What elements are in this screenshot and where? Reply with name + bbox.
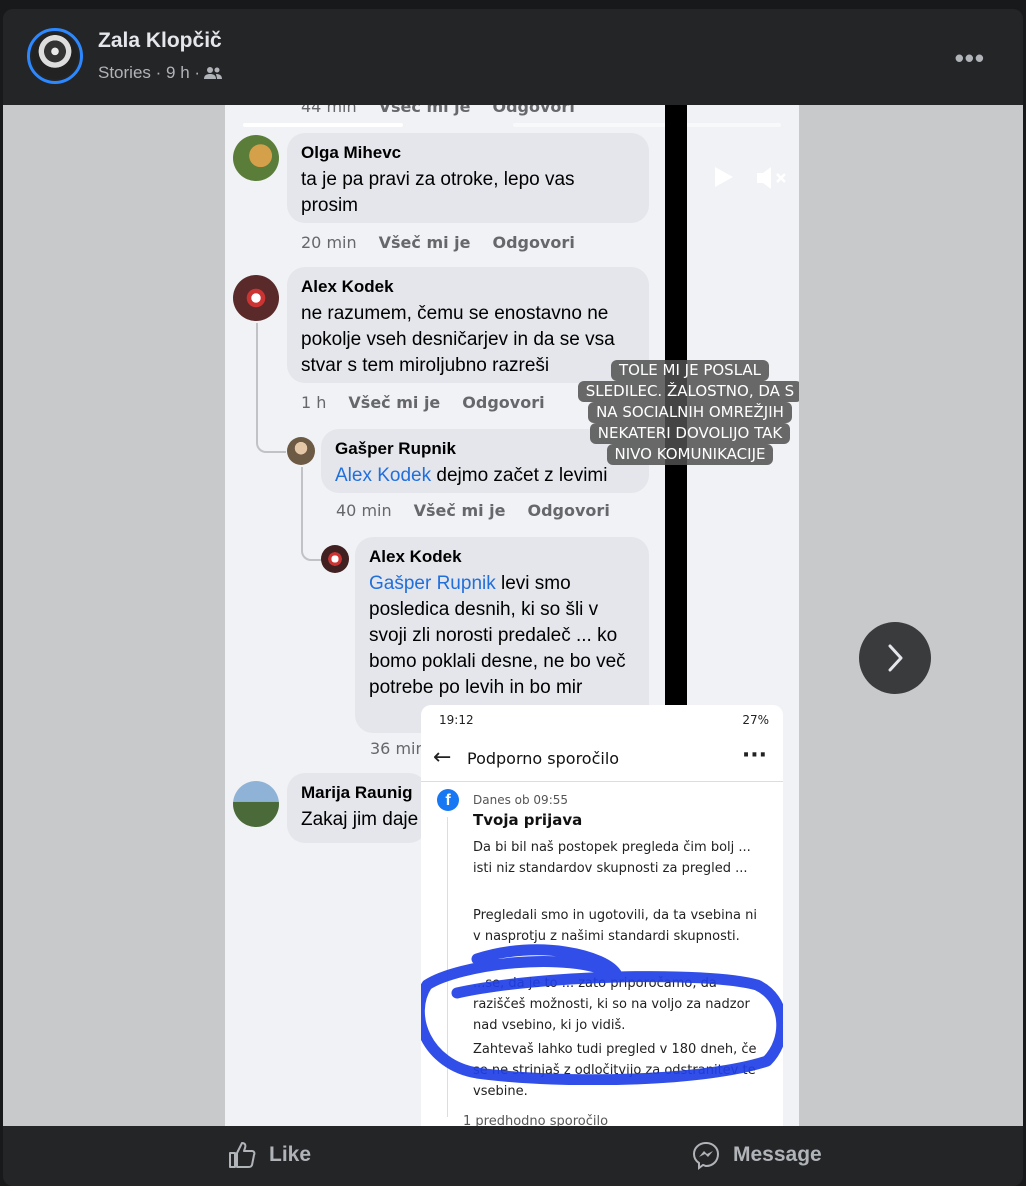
- reply-thread-line: [301, 467, 323, 561]
- like-button[interactable]: Like: [227, 1140, 311, 1170]
- message-title: Podporno sporočilo: [467, 749, 620, 768]
- comment-text: Gašper Rupnik levi smo posledica desnih,…: [369, 571, 635, 701]
- more-options-button[interactable]: •••: [955, 43, 985, 74]
- message-date: Danes ob 09:55: [473, 793, 569, 807]
- play-icon[interactable]: [713, 165, 735, 189]
- comment-bubble: Alex Kodek Gašper Rupnik levi smo posled…: [355, 537, 649, 733]
- comment-reply: Odgovori: [492, 233, 575, 252]
- next-story-button[interactable]: [859, 622, 931, 694]
- poster-avatar[interactable]: [27, 28, 83, 84]
- mute-icon[interactable]: [755, 165, 789, 191]
- comment-bubble: Marija Raunig Zakaj jim daje: [287, 773, 427, 843]
- caption-line: NA SOCIALNIH OMREŽJIH: [588, 402, 792, 423]
- comment-like: Všeč mi je: [413, 501, 506, 520]
- like-label: Like: [269, 1143, 312, 1166]
- previous-messages-link: 1 predhodno sporočilo: [463, 1114, 609, 1126]
- comment-author: Alex Kodek: [301, 277, 394, 296]
- comment-time: 40 min: [336, 501, 392, 520]
- caption-line: SLEDILEC. ŽALOSTNO, DA S: [577, 381, 799, 402]
- reply-thread-line: [256, 323, 286, 453]
- phone-time: 19:12: [439, 713, 474, 727]
- post-meta-text: Stories · 9 h ·: [98, 63, 201, 82]
- comment-reply: Odgovori: [492, 105, 575, 116]
- mention-link: Alex Kodek: [335, 465, 432, 486]
- comment-bubble: Olga Mihevc ta je pa pravi za otroke, le…: [287, 133, 649, 223]
- facebook-logo-icon: f: [437, 789, 459, 811]
- comment-like: Všeč mi je: [378, 105, 471, 116]
- comment-actions: 36 min: [370, 739, 426, 758]
- comment-text-body: dejmo začet z levimi: [431, 465, 608, 486]
- comment-time: 1 h: [301, 393, 327, 412]
- comment-actions-top: 44 min Všeč mi je Odgovori: [301, 105, 575, 116]
- mention-link: Gašper Rupnik: [369, 573, 496, 594]
- comment-reply: Odgovori: [527, 501, 610, 520]
- comment-time: 20 min: [301, 233, 357, 252]
- story-viewer: Zala Klopčič Stories · 9 h · ••• 44 min …: [3, 9, 1023, 1186]
- story-progress-1: [243, 123, 403, 127]
- avatar: [233, 781, 279, 827]
- comment-like: Všeč mi je: [348, 393, 441, 412]
- post-meta: Stories · 9 h ·: [98, 63, 223, 83]
- comment-text: Zakaj jim daje: [301, 809, 419, 830]
- friends-icon: [204, 67, 223, 79]
- story-footer: Like Message: [3, 1126, 1023, 1186]
- highlight-scribble: [421, 944, 783, 1085]
- phone-battery: 27%: [742, 713, 769, 727]
- avatar: [233, 135, 279, 181]
- comment-author: Alex Kodek: [369, 547, 462, 566]
- comment-author: Marija Raunig: [301, 783, 413, 802]
- embedded-screenshot: 19:12 27% ← Podporno sporočilo ··· f Dan…: [421, 705, 783, 1126]
- comment-time: 36 min: [370, 739, 426, 758]
- comment-actions: 40 min Všeč mi je Odgovori: [336, 501, 610, 520]
- avatar: [321, 545, 349, 573]
- message-button[interactable]: Message: [691, 1140, 822, 1170]
- caption-line: TOLE MI JE POSLAL: [610, 360, 770, 381]
- avatar: [233, 275, 279, 321]
- poster-name[interactable]: Zala Klopčič: [98, 29, 222, 53]
- message-heading: Tvoja prijava: [473, 811, 583, 829]
- story-media[interactable]: 44 min Všeč mi je Odgovori Olga Mihevc t…: [225, 105, 799, 1126]
- story-caption: TOLE MI JE POSLAL SLEDILEC. ŽALOSTNO, DA…: [577, 360, 799, 465]
- story-stage: 44 min Všeč mi je Odgovori Olga Mihevc t…: [3, 105, 1023, 1126]
- avatar: [287, 437, 315, 465]
- caption-line: NEKATERI DOVOLIJO TAK: [589, 423, 791, 444]
- comment-time: 44 min: [301, 105, 357, 116]
- phone-status-bar: 19:12 27%: [439, 713, 769, 727]
- story-header: Zala Klopčič Stories · 9 h · •••: [3, 9, 1023, 105]
- comment-actions: 20 min Všeč mi je Odgovori: [301, 233, 575, 252]
- message-paragraph: Da bi bil naš postopek pregleda čim bolj…: [473, 840, 751, 876]
- more-icon: ···: [741, 743, 767, 768]
- messenger-icon: [692, 1141, 720, 1170]
- caption-line: NIVO KOMUNIKACIJE: [606, 444, 774, 465]
- chevron-right-icon: [888, 644, 903, 672]
- comment-text: Alex Kodek dejmo začet z levimi: [335, 463, 635, 489]
- comment-author: Olga Mihevc: [301, 143, 402, 162]
- message-header: ← Podporno sporočilo ···: [421, 741, 783, 782]
- story-progress-2: [513, 123, 781, 127]
- avatar-image: [32, 33, 78, 79]
- comment-reply: Odgovori: [462, 393, 545, 412]
- comment-text: ta je pa pravi za otroke, lepo vas prosi…: [301, 169, 575, 216]
- thumbs-up-icon: [229, 1142, 256, 1168]
- comment-like: Všeč mi je: [378, 233, 471, 252]
- back-arrow-icon: ←: [433, 745, 452, 770]
- message-label: Message: [733, 1143, 822, 1166]
- comment-actions: 1 h Všeč mi je Odgovori: [301, 393, 545, 412]
